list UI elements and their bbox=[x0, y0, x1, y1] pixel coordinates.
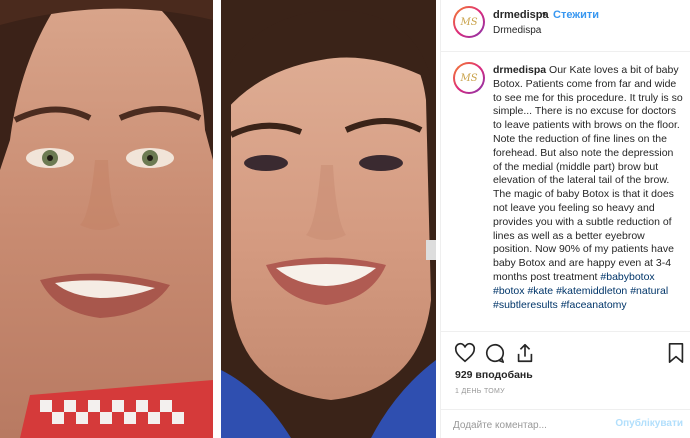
caption-username[interactable]: drmedispa bbox=[493, 64, 546, 76]
post-image[interactable] bbox=[0, 0, 440, 438]
after-photo bbox=[221, 0, 436, 438]
post-side-panel: MS drmedispa • Стежити Drmedispa MS drme… bbox=[440, 0, 690, 438]
comment-bar: Опублікувати bbox=[441, 409, 690, 438]
separator-dot: • bbox=[542, 8, 546, 20]
avatar-initials: MS bbox=[455, 64, 483, 92]
hashtag-link[interactable]: #natural bbox=[630, 285, 668, 297]
avatar[interactable]: MS bbox=[453, 6, 485, 38]
heart-icon[interactable] bbox=[454, 342, 476, 364]
follow-button[interactable]: Стежити bbox=[553, 9, 599, 21]
hashtag-link[interactable]: #faceanatomy bbox=[561, 299, 627, 311]
hashtag-link[interactable]: #katemiddleton bbox=[556, 285, 627, 297]
post-comment-button[interactable]: Опублікувати bbox=[615, 418, 683, 429]
location-link[interactable]: Drmedispa bbox=[493, 25, 541, 36]
header-username[interactable]: drmedispa bbox=[493, 9, 549, 21]
comment-icon[interactable] bbox=[484, 342, 506, 364]
action-bar: 929 вподобань 1 ДЕНЬ ТОМУ Опублікувати bbox=[441, 331, 690, 438]
hashtag-link[interactable]: #babybotox bbox=[600, 271, 654, 283]
hashtag-link[interactable]: #botox bbox=[493, 285, 525, 297]
before-photo bbox=[0, 0, 213, 438]
hashtag-link[interactable]: #kate bbox=[527, 285, 553, 297]
share-icon[interactable] bbox=[514, 342, 536, 364]
caption-text: drmedispa Our Kate loves a bit of baby B… bbox=[493, 64, 685, 312]
hashtag-link[interactable]: #subtleresults bbox=[493, 299, 558, 311]
caption-avatar[interactable]: MS bbox=[453, 62, 485, 94]
likes-count[interactable]: 929 вподобань bbox=[455, 369, 533, 381]
comment-input[interactable] bbox=[453, 417, 613, 433]
avatar-initials: MS bbox=[455, 8, 483, 36]
post-timestamp[interactable]: 1 ДЕНЬ ТОМУ bbox=[455, 388, 505, 395]
post-header: MS drmedispa • Стежити Drmedispa bbox=[441, 0, 690, 52]
caption-body: Our Kate loves a bit of baby Botox. Pati… bbox=[493, 64, 683, 283]
caption-section: MS drmedispa Our Kate loves a bit of bab… bbox=[441, 53, 690, 331]
bookmark-icon[interactable] bbox=[665, 342, 687, 364]
